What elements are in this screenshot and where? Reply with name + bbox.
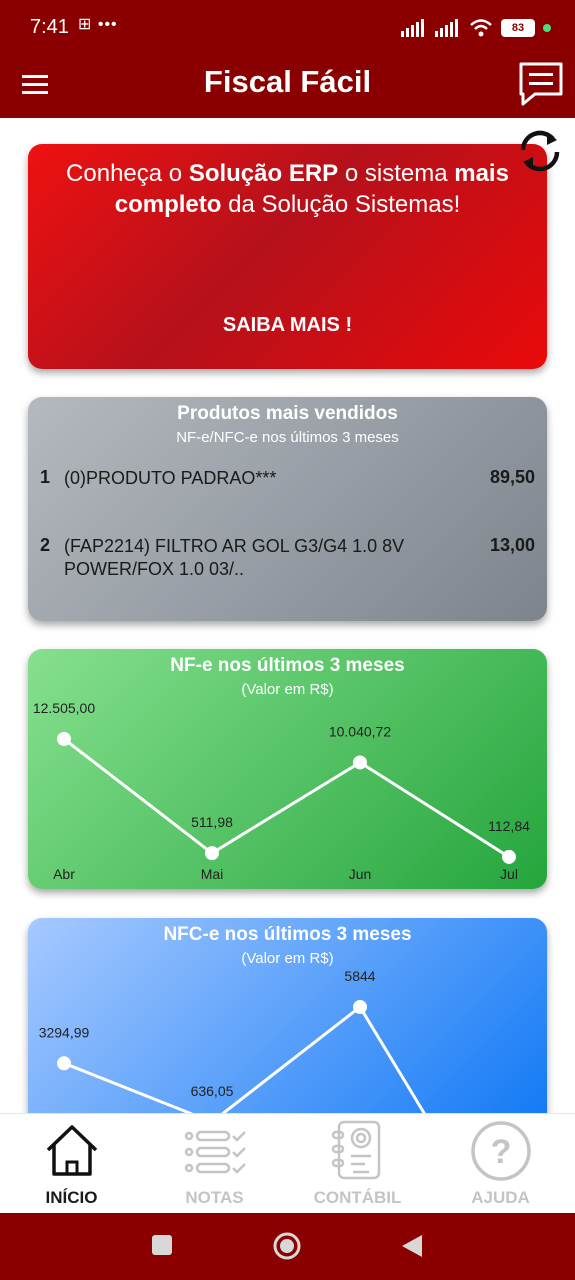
nav-help[interactable]: ? AJUDA	[429, 1114, 572, 1214]
nav-accounting-label: CONTÁBIL	[313, 1188, 402, 1207]
signal-icon	[401, 19, 424, 37]
promo-banner[interactable]: Conheça o Solução ERP o sistema mais com…	[28, 144, 547, 369]
nfe-line-chart: 12.505,00 511,98 10.040,72 112,84 Abr Mai Jun J…	[33, 700, 530, 882]
data-label: 112,84	[488, 818, 530, 834]
privacy-dot	[543, 24, 551, 32]
status-bar: 7:41 ⊞ ••• 83	[0, 0, 575, 56]
home-button-icon[interactable]	[272, 1231, 302, 1261]
chat-icon[interactable]	[515, 58, 567, 110]
list-check-icon	[184, 1130, 246, 1174]
series-line	[63, 737, 510, 859]
category-label: Jun	[349, 866, 372, 882]
data-point	[57, 1056, 71, 1071]
top-products-card: Produtos mais vendidos NF-e/NFC-e nos úl…	[28, 397, 547, 621]
product-value: 13,00	[489, 535, 535, 555]
wifi-icon	[470, 19, 492, 37]
system-nav-bar	[0, 1213, 575, 1280]
nav-notes[interactable]: NOTAS	[143, 1114, 286, 1214]
app-bar: Fiscal Fácil	[0, 56, 575, 118]
product-index: 1	[40, 467, 51, 487]
data-label: 3294,99	[39, 1024, 90, 1040]
nav-notes-label: NOTAS	[185, 1188, 244, 1207]
data-point	[353, 1000, 367, 1014]
category-label: Abr	[53, 866, 75, 882]
product-name: (0)PRODUTO PADRAO***	[64, 468, 277, 488]
nav-home[interactable]: INÍCIO	[0, 1114, 143, 1214]
product-name: (FAP2214) FILTRO AR GOL G3/G4 1.0 8V POW…	[64, 536, 405, 579]
app-title: Fiscal Fácil	[203, 64, 372, 99]
signal-icon-2	[435, 19, 458, 37]
home-icon	[46, 1125, 97, 1176]
status-right-group: 83	[401, 16, 551, 40]
data-label: 636,05	[191, 1083, 234, 1099]
nav-home-label: INÍCIO	[45, 1188, 98, 1207]
recent-apps-icon[interactable]	[150, 1233, 174, 1257]
battery-icon: 83	[501, 19, 535, 37]
data-point	[205, 846, 219, 861]
svg-text:?: ?	[490, 1133, 511, 1171]
top-products-title: Produtos mais vendidos	[177, 403, 398, 424]
accounting-book-icon	[331, 1120, 380, 1180]
data-point	[57, 732, 71, 746]
help-icon: ?	[470, 1121, 531, 1181]
product-value: 89,50	[489, 467, 535, 487]
data-label: 12.505,00	[33, 700, 95, 716]
data-point	[353, 755, 367, 770]
refresh-icon[interactable]	[513, 124, 567, 178]
nav-help-label: AJUDA	[471, 1188, 530, 1207]
notification-icons: ⊞ •••	[78, 16, 118, 33]
nav-accounting[interactable]: CONTÁBIL	[286, 1114, 429, 1214]
data-label: 511,98	[191, 814, 233, 830]
bottom-nav: INÍCIO NOTAS CONTÁBIL ? AJUDA	[0, 1113, 575, 1213]
status-time: 7:41	[30, 16, 69, 38]
data-label: 10.040,72	[329, 723, 391, 739]
nfe-chart-card: NF-e nos últimos 3 meses (Valor em R$) 1…	[28, 649, 547, 889]
data-label: 5844	[344, 968, 375, 984]
promo-text: Conheça o Solução ERP o sistema mais com…	[66, 160, 509, 218]
category-label: Jul	[500, 866, 518, 882]
category-label: Mai	[201, 866, 224, 882]
product-index: 2	[40, 535, 51, 555]
data-point	[502, 849, 516, 864]
top-products-subtitle: NF-e/NFC-e nos últimos 3 meses	[176, 429, 399, 446]
learn-more-button[interactable]: SAIBA MAIS !	[28, 314, 547, 337]
back-icon[interactable]	[400, 1233, 424, 1259]
